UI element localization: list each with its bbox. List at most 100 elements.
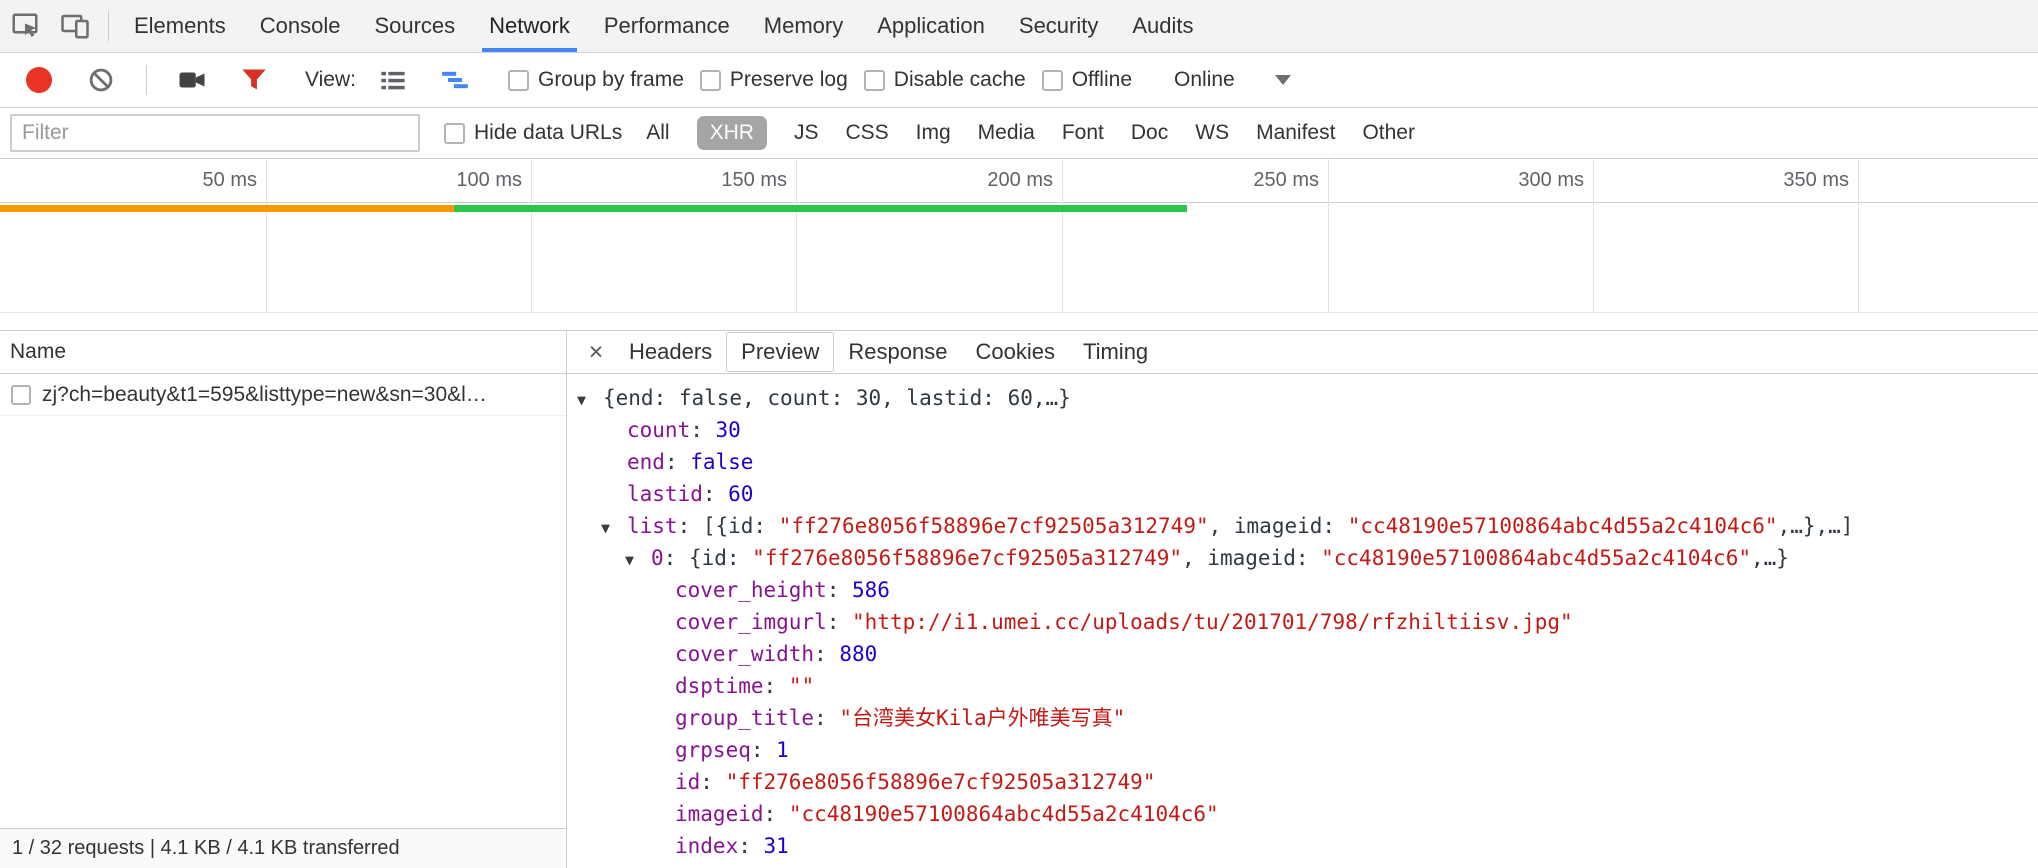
json-text: : {id: — [664, 546, 753, 570]
camera-icon — [177, 65, 207, 95]
filter-js[interactable]: JS — [794, 121, 819, 145]
close-details-button[interactable]: × — [579, 338, 613, 367]
tree-row[interactable]: ▼list: [{id: "ff276e8056f58896e7cf92505a… — [567, 510, 2038, 542]
status-summary: 1 / 32 requests | 4.1 KB / 4.1 KB transf… — [12, 837, 400, 860]
filter-manifest[interactable]: Manifest — [1256, 121, 1335, 145]
detail-tab-preview[interactable]: Preview — [726, 332, 834, 372]
filter-doc[interactable]: Doc — [1131, 121, 1168, 145]
request-rows: zj?ch=beauty&t1=595&listtype=new&sn=30&l… — [0, 374, 566, 416]
filter-font[interactable]: Font — [1062, 121, 1104, 145]
expander-triangle-icon[interactable]: ▼ — [601, 512, 627, 544]
details-tabs: HeadersPreviewResponseCookiesTiming — [615, 332, 1162, 372]
tab-security[interactable]: Security — [1002, 0, 1115, 52]
hide-data-urls-toggle: Hide data URLs — [444, 121, 622, 145]
timeline-gridline — [1593, 159, 1594, 312]
json-string: "ff276e8056f58896e7cf92505a312749" — [726, 770, 1156, 794]
json-text: , imageid: — [1182, 546, 1321, 570]
tab-console[interactable]: Console — [243, 0, 358, 52]
request-name: zj?ch=beauty&t1=595&listtype=new&sn=30&l… — [42, 383, 487, 407]
filter-input[interactable] — [10, 114, 420, 152]
json-key: group_title — [675, 706, 814, 730]
tab-memory[interactable]: Memory — [747, 0, 860, 52]
tab-elements[interactable]: Elements — [117, 0, 243, 52]
filter-media[interactable]: Media — [978, 121, 1035, 145]
json-string: "cc48190e57100864abc4d55a2c4104c6" — [789, 802, 1219, 826]
json-key: lastid — [627, 482, 703, 506]
disable-cache-checkbox[interactable] — [864, 70, 885, 91]
json-key: cover_width — [675, 642, 814, 666]
timeline-tick-label: 350 ms — [1783, 159, 1858, 202]
filter-xhr[interactable]: XHR — [697, 116, 767, 150]
detail-tab-timing[interactable]: Timing — [1069, 333, 1162, 371]
request-row[interactable]: zj?ch=beauty&t1=595&listtype=new&sn=30&l… — [0, 374, 566, 416]
capture-screenshots-button[interactable] — [167, 65, 217, 95]
detail-tab-headers[interactable]: Headers — [615, 333, 726, 371]
tree-row[interactable]: ▼{end: false, count: 30, lastid: 60,…} — [567, 382, 2038, 414]
filter-toggle-button[interactable] — [229, 66, 279, 94]
tree-row: cover_width: 880 — [567, 638, 2038, 670]
request-checkbox[interactable] — [11, 385, 31, 405]
devtools-window: ElementsConsoleSourcesNetworkPerformance… — [0, 0, 2038, 868]
name-column-header[interactable]: Name — [0, 331, 566, 374]
preview-json-tree: ▼{end: false, count: 30, lastid: 60,…}co… — [567, 374, 2038, 868]
json-text: ,…},…] — [1778, 514, 1854, 538]
json-number: 880 — [839, 642, 877, 666]
tree-row: group_title: "台湾美女Kila户外唯美写真" — [567, 702, 2038, 734]
detail-tab-cookies[interactable]: Cookies — [961, 333, 1068, 371]
offline-label: Offline — [1072, 68, 1132, 92]
offline-toggle: Offline — [1042, 68, 1132, 92]
expander-triangle-icon[interactable]: ▼ — [577, 384, 603, 416]
network-overview-timeline[interactable]: 50 ms100 ms150 ms200 ms250 ms300 ms350 m… — [0, 159, 2038, 330]
tab-sources[interactable]: Sources — [357, 0, 472, 52]
tab-audits[interactable]: Audits — [1115, 0, 1210, 52]
timeline-labels-border — [0, 202, 2038, 203]
tab-network[interactable]: Network — [472, 0, 587, 52]
json-number: 30 — [716, 418, 741, 442]
tree-row: grpseq: 1 — [567, 734, 2038, 766]
toolbar-separator — [108, 11, 109, 41]
inspect-element-button[interactable] — [0, 0, 50, 52]
preserve-log-checkbox[interactable] — [700, 70, 721, 91]
timeline-gridline — [266, 159, 267, 312]
record-icon — [26, 67, 52, 93]
timeline-tick-label: 250 ms — [1253, 159, 1328, 202]
timeline-tick-label: 50 ms — [203, 159, 266, 202]
filter-ws[interactable]: WS — [1195, 121, 1229, 145]
resource-type-filters: All XHR JS CSS Img Media Font Doc WS Manifest Othe… — [646, 116, 1415, 150]
network-toolbar: View: Group by framePreserve logDisable … — [0, 53, 2038, 108]
json-key: imageid — [675, 802, 764, 826]
tree-row: count: 30 — [567, 414, 2038, 446]
offline-checkbox[interactable] — [1042, 70, 1063, 91]
filter-img[interactable]: Img — [916, 121, 951, 145]
show-overview-button[interactable] — [430, 66, 480, 94]
filter-other[interactable]: Other — [1362, 121, 1415, 145]
requests-panel: Name zj?ch=beauty&t1=595&listtype=new&sn… — [0, 331, 567, 868]
json-string: "http://i1.umei.cc/uploads/tu/201701/798… — [852, 610, 1573, 634]
tab-application[interactable]: Application — [860, 0, 1002, 52]
record-button[interactable] — [14, 67, 64, 93]
json-key: grpseq — [675, 738, 751, 762]
json-text: : — [764, 674, 789, 698]
tree-row[interactable]: ▼0: {id: "ff276e8056f58896e7cf92505a3127… — [567, 542, 2038, 574]
device-toolbar-button[interactable] — [50, 0, 100, 52]
clear-button[interactable] — [76, 66, 126, 94]
json-text: : — [751, 738, 776, 762]
tree-row: cover_height: 586 — [567, 574, 2038, 606]
json-string: "cc48190e57100864abc4d55a2c4104c6" — [1348, 514, 1778, 538]
clear-icon — [87, 66, 115, 94]
filter-all[interactable]: All — [646, 121, 669, 145]
json-text: : — [690, 418, 715, 442]
json-key: count — [627, 418, 690, 442]
preserve-log-toggle: Preserve log — [700, 68, 848, 92]
large-request-rows-button[interactable] — [368, 66, 418, 94]
disable-cache-toggle: Disable cache — [864, 68, 1026, 92]
hide-data-urls-checkbox[interactable] — [444, 123, 465, 144]
filter-css[interactable]: CSS — [845, 121, 888, 145]
detail-tab-response[interactable]: Response — [834, 333, 961, 371]
tab-performance[interactable]: Performance — [587, 0, 747, 52]
details-tabbar: × HeadersPreviewResponseCookiesTiming — [567, 331, 2038, 374]
throttling-dropdown[interactable]: Online — [1174, 68, 1291, 92]
expander-triangle-icon[interactable]: ▼ — [625, 544, 651, 576]
json-text: : — [738, 834, 763, 858]
group-by-frame-checkbox[interactable] — [508, 70, 529, 91]
